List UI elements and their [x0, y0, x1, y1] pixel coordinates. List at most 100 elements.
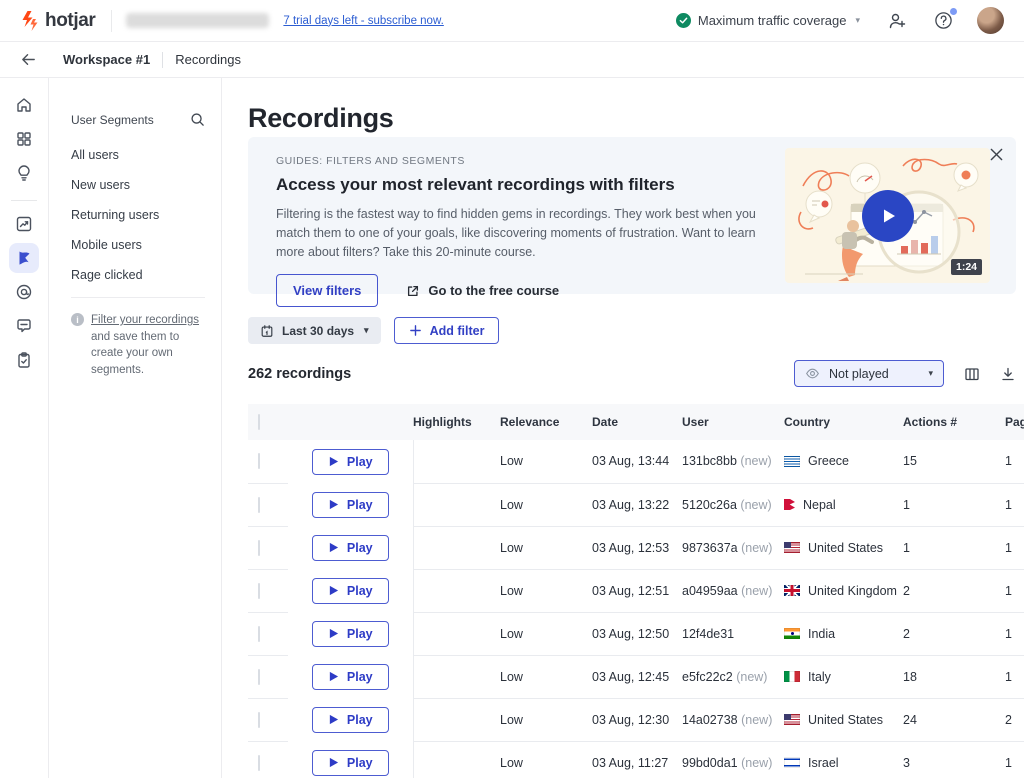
breadcrumb-page: Recordings	[175, 52, 241, 67]
pages-count-cell: 1	[1005, 483, 1024, 527]
country-name: United Kingdom	[808, 583, 897, 598]
breadcrumb-workspace[interactable]: Workspace #1	[63, 52, 150, 67]
add-filter-button[interactable]: Add filter	[393, 317, 500, 344]
nav-dashboards-button[interactable]	[9, 124, 39, 154]
segments-search-button[interactable]	[190, 112, 205, 127]
user-new-badge: (new)	[736, 669, 768, 684]
row-checkbox[interactable]	[258, 711, 260, 728]
search-icon	[191, 113, 204, 126]
table-row: Play Low 03 Aug, 13:44 131bc8bb (new) Gr…	[248, 440, 1024, 484]
row-checkbox[interactable]	[258, 754, 260, 771]
banner-close-button[interactable]	[989, 147, 1004, 162]
trial-subscribe-link[interactable]: 7 trial days left - subscribe now.	[283, 15, 443, 27]
user-cell: 14a02738 (new)	[682, 698, 784, 742]
row-checkbox[interactable]	[258, 453, 260, 470]
segment-new-users[interactable]: New users	[71, 177, 205, 193]
play-button[interactable]: Play	[311, 534, 389, 561]
date-cell: 03 Aug, 13:44	[592, 440, 682, 484]
pages-count-cell: 1	[1005, 655, 1024, 699]
play-button[interactable]: Play	[311, 620, 389, 647]
row-checkbox[interactable]	[258, 539, 260, 556]
segment-all-users[interactable]: All users	[71, 147, 205, 163]
relevance-cell: Low	[500, 741, 592, 778]
column-page: Page	[1005, 404, 1024, 440]
relevance-cell: Low	[500, 483, 592, 527]
user-avatar[interactable]	[977, 7, 1004, 34]
free-course-link[interactable]: Go to the free course	[406, 283, 559, 298]
columns-button[interactable]	[964, 366, 980, 382]
user-id: 9873637a	[682, 540, 738, 555]
country-flag-icon	[784, 455, 800, 467]
user-cell: 5120c26a (new)	[682, 483, 784, 527]
grid-icon	[17, 132, 31, 146]
date-range-filter[interactable]: Last 30 days ▾	[248, 317, 381, 344]
date-cell: 03 Aug, 13:22	[592, 483, 682, 527]
date-cell: 03 Aug, 12:53	[592, 526, 682, 570]
play-button-label: Play	[346, 626, 373, 641]
play-button[interactable]: Play	[311, 663, 389, 690]
trend-chart-icon	[16, 216, 32, 232]
nav-rail	[0, 78, 49, 778]
play-icon	[329, 714, 338, 725]
country-flag-icon	[784, 757, 800, 768]
column-actions: Actions #	[903, 404, 1005, 440]
nav-recordings-button[interactable]	[9, 243, 39, 273]
nav-surveys-button[interactable]	[9, 345, 39, 375]
view-filters-button[interactable]: View filters	[276, 274, 379, 308]
column-user: User	[682, 404, 784, 440]
brand-name: hotjar	[45, 9, 96, 31]
row-checkbox[interactable]	[258, 582, 260, 599]
user-cell: a04959aa (new)	[682, 569, 784, 613]
user-new-badge: (new)	[740, 454, 772, 469]
row-checkbox[interactable]	[258, 668, 260, 685]
user-cell: e5fc22c2 (new)	[682, 655, 784, 699]
guide-banner: GUIDES: FILTERS AND SEGMENTS Access your…	[248, 137, 1016, 308]
user-new-badge: (new)	[741, 712, 773, 727]
banner-eyebrow: GUIDES: FILTERS AND SEGMENTS	[276, 155, 465, 167]
play-button[interactable]: Play	[311, 577, 389, 604]
pages-count-cell: 1	[1005, 569, 1024, 613]
row-checkbox[interactable]	[258, 625, 260, 642]
country-cell: Nepal	[784, 483, 903, 527]
notification-dot	[950, 8, 957, 15]
video-thumbnail[interactable]: 1:24	[785, 148, 990, 283]
played-filter-select[interactable]: Not played ▾	[794, 360, 944, 387]
play-button[interactable]: Play	[311, 706, 389, 733]
invite-user-button[interactable]	[888, 12, 906, 30]
play-button[interactable]: Play	[311, 749, 389, 776]
highlights-cell	[413, 569, 500, 613]
relevance-cell: Low	[500, 698, 592, 742]
segments-tip-text: Filter your recordings and save them to …	[91, 314, 200, 377]
nav-trends-button[interactable]	[9, 209, 39, 239]
filter-your-recordings-link[interactable]: Filter your recordings	[91, 314, 199, 326]
segment-rage-clicked[interactable]: Rage clicked	[71, 267, 205, 283]
back-button[interactable]	[20, 51, 37, 68]
country-cell: Italy	[784, 655, 903, 699]
row-checkbox[interactable]	[258, 496, 260, 513]
select-all-checkbox[interactable]	[258, 414, 260, 430]
country-cell: Greece	[784, 440, 903, 484]
nav-insights-button[interactable]	[9, 158, 39, 188]
help-button[interactable]	[934, 8, 957, 30]
chevron-down-icon: ▾	[364, 325, 369, 335]
highlights-cell	[413, 440, 500, 484]
nav-home-button[interactable]	[9, 90, 39, 120]
recordings-table: Highlights Relevance Date User Country A…	[248, 404, 1024, 778]
nav-feedback-button[interactable]	[9, 311, 39, 341]
segment-mobile-users[interactable]: Mobile users	[71, 237, 205, 253]
play-button[interactable]: Play	[311, 448, 389, 475]
recordings-icon	[19, 251, 30, 265]
home-icon	[17, 98, 31, 112]
segment-returning-users[interactable]: Returning users	[71, 207, 205, 223]
download-button[interactable]	[1000, 366, 1016, 382]
nav-engage-button[interactable]	[9, 277, 39, 307]
play-button-label: Play	[346, 669, 373, 684]
hotjar-logo[interactable]: hotjar	[20, 9, 96, 32]
close-icon	[990, 148, 1003, 161]
play-icon	[329, 499, 338, 510]
video-play-button[interactable]	[861, 189, 914, 242]
traffic-coverage-dropdown[interactable]: Maximum traffic coverage ▾	[675, 13, 860, 28]
table-row: Play Low 03 Aug, 12:51 a04959aa (new) Un…	[248, 569, 1024, 613]
play-button-label: Play	[346, 497, 373, 512]
play-button[interactable]: Play	[311, 491, 389, 518]
